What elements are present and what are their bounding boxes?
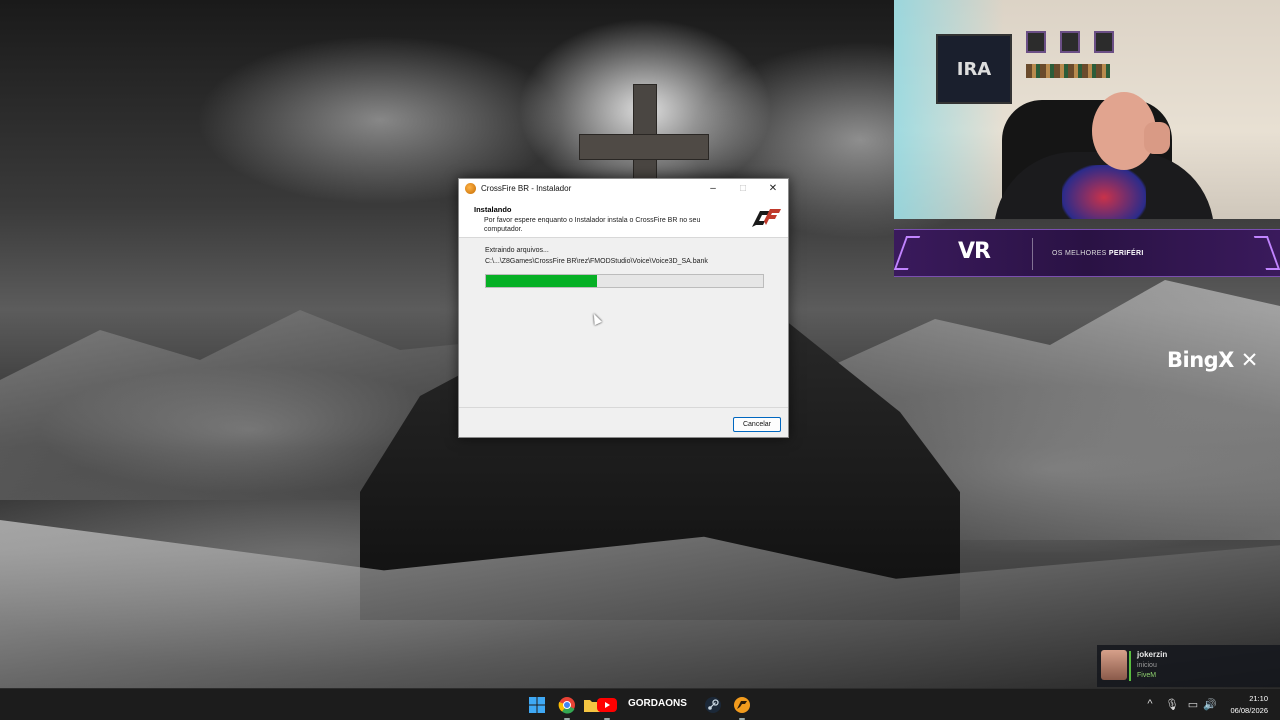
taskbar: GORDAONS ^ 🎙 ▭ 🔊 21:10 06/08/2026 (0, 688, 1280, 720)
installer-titlebar[interactable]: CrossFire BR - Instalador – □ ✕ (459, 179, 788, 198)
installer-header: Instalando Por favor espere enquanto o I… (459, 198, 788, 238)
friend-notification[interactable]: jokerzin iniciou FiveM (1097, 645, 1280, 687)
progress-bar (485, 274, 764, 288)
shirt-print (1062, 165, 1146, 219)
avatar (1101, 650, 1127, 680)
wall-frame (1026, 31, 1046, 53)
crossfire-app-icon (465, 183, 476, 194)
microphone-icon[interactable]: 🎙 (1165, 698, 1179, 711)
bingx-logo: BingX ✕ (1167, 348, 1258, 372)
taskbar-overlay-text: GORDAONS (628, 698, 687, 709)
vr-logo: VR (958, 239, 991, 264)
system-clock[interactable]: 21:10 06/08/2026 (1230, 693, 1268, 717)
maximize-button: □ (739, 183, 747, 194)
notification-game: FiveM (1137, 672, 1157, 679)
window-title: CrossFire BR - Instalador (481, 184, 572, 193)
clock-date: 06/08/2026 (1230, 706, 1268, 715)
header-description: Por favor espere enquanto o Instalador i… (484, 217, 701, 233)
steam-icon[interactable] (703, 695, 723, 715)
mouse-cursor-icon (590, 311, 602, 326)
minimize-button[interactable]: – (698, 179, 728, 198)
wall-frame (1060, 31, 1080, 53)
status-text: Extraindo arquivos... (485, 247, 549, 254)
header-title: Instalando (474, 205, 512, 214)
crossfire-logo-icon (752, 209, 781, 227)
webcam-overlay: IRA (894, 0, 1280, 219)
banner-edge-right (1253, 236, 1280, 270)
chrome-icon[interactable] (557, 695, 577, 720)
progress-bar-fill (486, 275, 597, 287)
tray-overflow-chevron-icon[interactable]: ^ (1143, 698, 1157, 710)
cancel-button[interactable]: Cancelar (733, 417, 781, 432)
bingx-text: BingX (1167, 348, 1234, 372)
bingx-x-icon: ✕ (1240, 348, 1259, 372)
wall-frame (1094, 31, 1114, 53)
window-controls: – □ ✕ (698, 179, 788, 198)
network-icon[interactable]: ▭ (1186, 698, 1200, 711)
installer-footer: Cancelar (459, 408, 788, 438)
banner-tagline-prefix: OS MELHORES (1052, 250, 1109, 257)
volume-icon[interactable]: 🔊 (1203, 698, 1217, 711)
clock-time: 21:10 (1249, 694, 1268, 703)
current-file-path: C:\...\Z8Games\CrossFire BR\rez\FMODStud… (485, 258, 708, 265)
wall-shelf (1026, 64, 1110, 78)
notification-action: iniciou (1137, 662, 1157, 669)
windows-start-icon[interactable] (527, 695, 547, 715)
status-accent-bar (1129, 651, 1131, 681)
banner-tagline-bold: PERIFÉRI (1108, 250, 1144, 257)
banner-tagline: OS MELHORES PERIFÉRI (1052, 250, 1144, 257)
installer-body: Extraindo arquivos... C:\...\Z8Games\Cro… (459, 238, 788, 408)
installer-window: CrossFire BR - Instalador – □ ✕ Instalan… (458, 178, 789, 438)
wallpaper-cross-arm (579, 134, 709, 160)
wall-poster: IRA (936, 34, 1012, 104)
banner-edge-left (893, 236, 921, 270)
youtube-icon[interactable] (597, 695, 617, 720)
banner-divider (1032, 238, 1033, 270)
notification-user: jokerzin (1137, 650, 1168, 659)
close-button[interactable]: ✕ (758, 179, 788, 198)
sponsor-banner: VR OS MELHORES PERIFÉRI (893, 229, 1280, 277)
webcam-light (894, 0, 1004, 219)
streamer-hand (1144, 122, 1170, 154)
crossfire-taskbar-icon[interactable] (732, 695, 752, 720)
